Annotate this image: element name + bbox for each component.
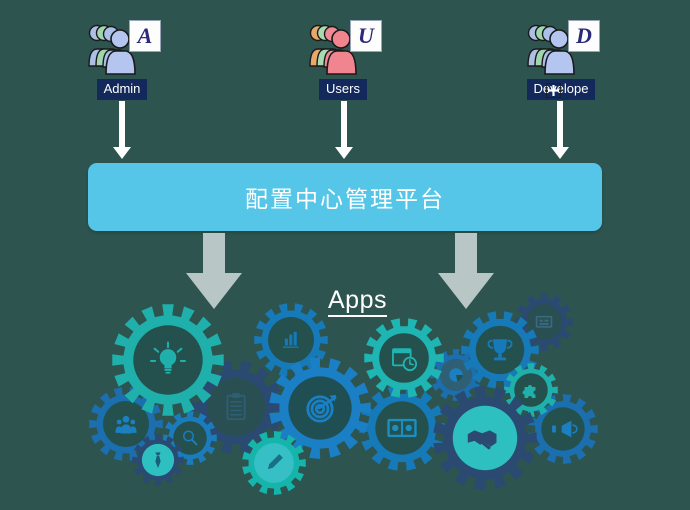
gear-lightbulb[interactable] [109, 301, 227, 419]
group-of-people-icon: U [304, 20, 382, 76]
actor-admin[interactable]: A Admin [52, 20, 192, 100]
actor-label-admin: Admin [96, 79, 148, 100]
arrow-developer-to-platform [551, 101, 569, 159]
platform-title: 配置中心管理平台 [245, 187, 445, 213]
group-of-people-icon: A [83, 20, 161, 76]
actor-users[interactable]: U Users [273, 20, 413, 100]
letter-badge-u: U [350, 20, 382, 52]
group-of-people-icon: D [522, 20, 600, 76]
arrow-head [113, 147, 131, 159]
arrow-shaft [119, 101, 125, 147]
platform-banner[interactable]: 配置中心管理平台 [88, 163, 602, 231]
arrow-shaft [455, 233, 477, 273]
crosshair-cursor [545, 82, 562, 99]
gear-necktie[interactable] [129, 431, 187, 489]
apps-gear-cluster [0, 293, 690, 510]
actor-label-users: Users [319, 79, 367, 100]
arrow-users-to-platform [335, 101, 353, 159]
arrow-shaft [557, 101, 563, 147]
arrow-shaft [341, 101, 347, 147]
letter-badge-a: A [129, 20, 161, 52]
arrow-platform-to-apps-right [438, 233, 494, 309]
diagram-canvas: A Admin U Users D Develope 配置中心管理平台 Apps [0, 0, 690, 510]
arrow-head [335, 147, 353, 159]
arrow-head [551, 147, 569, 159]
actor-label-developer: Develope [526, 79, 596, 100]
letter-badge-d: D [568, 20, 600, 52]
actor-developer[interactable]: D Develope [491, 20, 631, 100]
arrow-shaft [203, 233, 225, 273]
arrow-platform-to-apps-left [186, 233, 242, 309]
gear-pencil[interactable] [239, 428, 309, 498]
arrow-admin-to-platform [113, 101, 131, 159]
gear-handshake[interactable] [430, 383, 540, 493]
